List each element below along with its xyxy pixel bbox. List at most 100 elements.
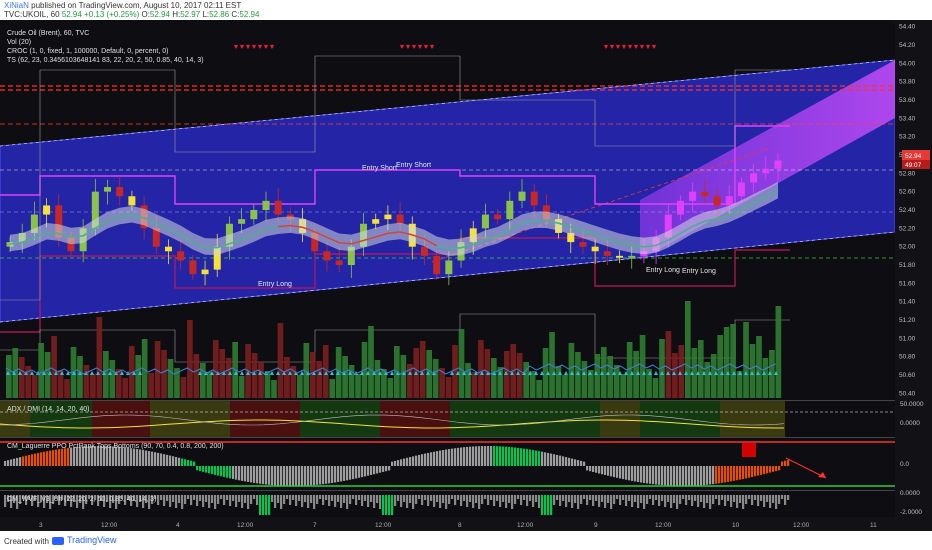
volume-bar xyxy=(225,358,232,398)
wvf-bar xyxy=(217,495,220,504)
time-tick: 12:00 xyxy=(655,522,672,529)
wvf-bar xyxy=(556,495,559,500)
laguerre-bar xyxy=(376,466,379,474)
laguerre-bar xyxy=(73,447,76,466)
wvf-bar xyxy=(388,495,391,515)
wvf-bar xyxy=(424,495,427,500)
wvf-bar xyxy=(463,495,466,501)
wvf-bar xyxy=(751,495,754,505)
candle-body xyxy=(750,173,758,183)
price-tick: 51.80 xyxy=(899,262,916,269)
laguerre-bar xyxy=(217,466,220,476)
laguerre-bar xyxy=(160,453,163,466)
laguerre-bar xyxy=(391,461,394,466)
wvf-bar xyxy=(550,495,553,515)
wvf-bar xyxy=(574,495,577,503)
laguerre-bar xyxy=(535,450,538,466)
price-tick: 52.80 xyxy=(899,170,916,177)
volume-bar xyxy=(697,340,704,398)
volume-bar xyxy=(400,355,407,398)
wvf-bar xyxy=(211,495,214,503)
laguerre-bar xyxy=(424,453,427,466)
laguerre-bar xyxy=(625,466,628,480)
volume-bar xyxy=(465,363,471,398)
laguerre-bar xyxy=(544,452,547,466)
candle-body xyxy=(238,219,246,224)
laguerre-bar xyxy=(460,447,463,466)
laguerre-bar xyxy=(700,466,703,486)
laguerre-bar xyxy=(223,466,226,478)
laguerre-bar xyxy=(250,466,253,483)
price-chart[interactable]: Entry Short Entry Short Entry Long Entry… xyxy=(0,0,932,550)
laguerre-bar xyxy=(274,466,277,486)
volume-bar xyxy=(77,356,83,398)
candle-body xyxy=(335,260,343,266)
volume-bar xyxy=(491,358,497,398)
price-tick: 50.60 xyxy=(899,372,916,379)
wvf-bar xyxy=(397,495,400,501)
laguerre-bar xyxy=(772,466,775,472)
wvf-bar xyxy=(358,495,361,500)
adx-block xyxy=(450,401,600,437)
wvf-bar xyxy=(667,495,670,502)
laguerre-bar xyxy=(181,458,184,466)
laguerre-bar xyxy=(670,466,673,486)
laguerre-bar xyxy=(643,466,646,483)
wvf-bar xyxy=(634,495,637,502)
laguerre-bar xyxy=(130,448,133,466)
wvf-bar xyxy=(703,495,706,508)
wvf-bar xyxy=(598,495,601,507)
wvf-bar xyxy=(649,495,652,499)
laguerre-bar xyxy=(637,466,640,483)
wvf-bar xyxy=(469,495,472,502)
wvf-bar xyxy=(652,495,655,505)
volume-bar xyxy=(284,357,290,398)
volume-bar xyxy=(620,374,626,398)
volume-bar xyxy=(187,320,193,398)
laguerre-bar xyxy=(463,447,466,466)
laguerre-bar xyxy=(280,466,283,486)
laguerre-bar xyxy=(139,449,142,466)
wvf-bar xyxy=(448,495,451,504)
wvf-bar xyxy=(658,495,661,506)
price-tick: 53.80 xyxy=(899,79,916,86)
entry-long-label-3: Entry Long xyxy=(682,268,716,275)
wvf-bar xyxy=(646,495,649,504)
volume-bar xyxy=(387,378,394,398)
candle-body xyxy=(676,200,684,215)
volume-bar xyxy=(83,365,90,398)
wvf-bar xyxy=(775,495,778,509)
volume-bar xyxy=(685,301,691,398)
wvf-bar xyxy=(769,495,772,508)
laguerre-bar xyxy=(340,466,343,482)
wvf-bar xyxy=(679,495,682,504)
wvf-bar xyxy=(493,495,496,506)
wvf-bar xyxy=(169,495,172,507)
wvf-bar xyxy=(304,495,307,502)
price-tick: 52.00 xyxy=(899,244,916,251)
laguerre-bar xyxy=(487,446,490,466)
wvf-bar xyxy=(343,495,346,503)
wvf-bar xyxy=(220,495,223,499)
wvf-bar xyxy=(241,495,244,508)
wvf-bar xyxy=(718,495,721,505)
wvf-bar xyxy=(409,495,412,503)
laguerre-bar xyxy=(202,466,205,472)
volume-bar xyxy=(6,355,12,398)
laguerre-bar xyxy=(553,454,556,466)
volume-bar xyxy=(581,361,588,398)
laguerre-bar xyxy=(769,466,772,473)
wvf-bar xyxy=(559,495,562,506)
wvf-bar xyxy=(415,495,418,504)
laguerre-bar xyxy=(502,446,505,466)
wvf-bar xyxy=(331,495,334,501)
laguerre-bar xyxy=(520,448,523,466)
volume-bar xyxy=(329,379,335,398)
tradingview-brand[interactable]: TradingView xyxy=(52,535,117,545)
wvf-bar xyxy=(520,495,523,505)
wvf-bar xyxy=(643,495,646,509)
candle-body xyxy=(481,214,489,229)
wvf-bar xyxy=(172,495,175,502)
laguerre-bar xyxy=(172,456,175,466)
volume-bar xyxy=(122,378,129,398)
